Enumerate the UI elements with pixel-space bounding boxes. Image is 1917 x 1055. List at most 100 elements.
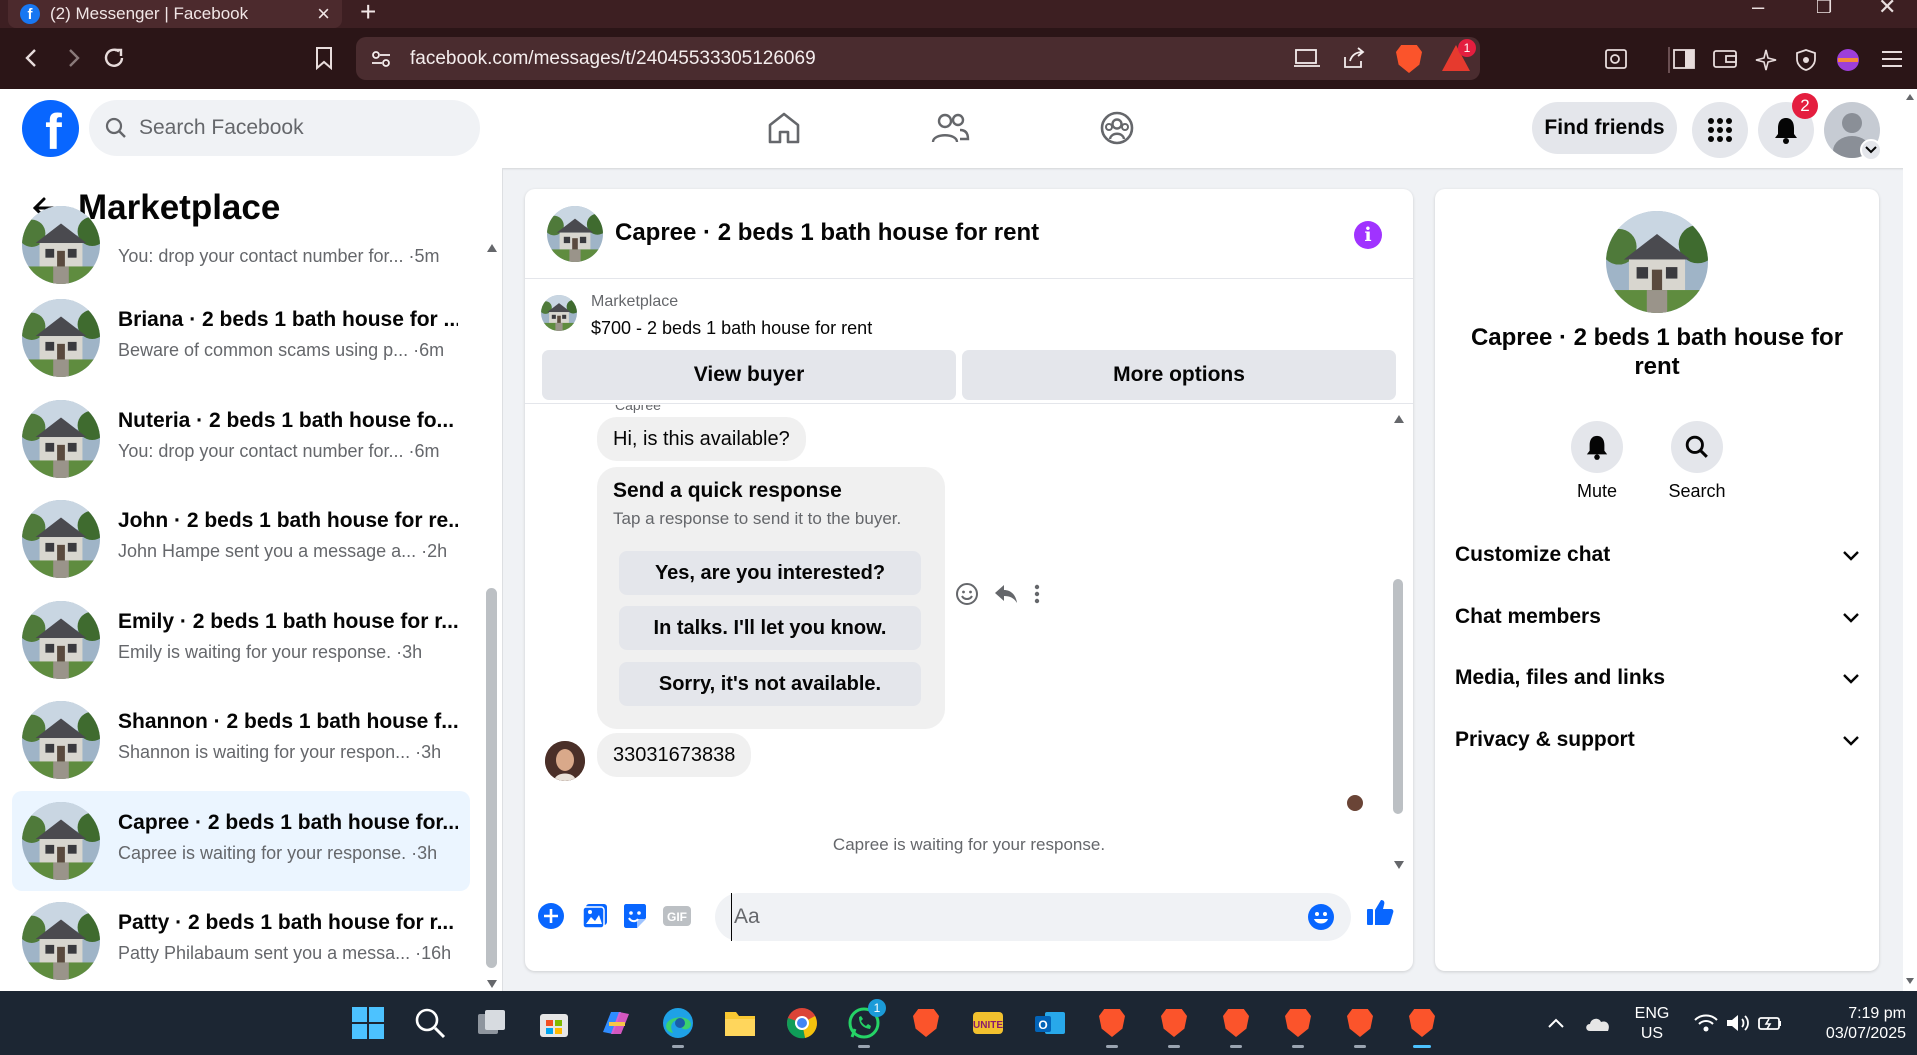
chat-avatar[interactable]	[547, 206, 603, 262]
buyer-avatar[interactable]	[545, 741, 585, 781]
reader-mode-icon[interactable]	[1604, 48, 1628, 75]
mute-bell-icon[interactable]	[1571, 421, 1623, 473]
quick-response-button[interactable]: Yes, are you interested?	[619, 551, 921, 595]
react-icon[interactable]	[955, 582, 979, 611]
menu-grid-button[interactable]	[1692, 102, 1748, 158]
onedrive-icon[interactable]	[1578, 1003, 1618, 1043]
back-button[interactable]	[14, 40, 50, 76]
forward-button[interactable]	[55, 40, 91, 76]
close-window-icon[interactable]: ✕	[1878, 0, 1896, 20]
edge-icon[interactable]	[658, 1003, 698, 1048]
facebook-logo-icon[interactable]: f	[22, 100, 79, 157]
battery-icon[interactable]	[1750, 1003, 1790, 1043]
conversation-item[interactable]: Emily · 2 beds 1 bath house for r... Emi…	[12, 596, 470, 684]
scroll-down-arrow-icon[interactable]	[486, 976, 498, 991]
menu-icon[interactable]	[1880, 48, 1904, 75]
mute-action[interactable]: Mute	[1557, 421, 1637, 502]
brave-profile-icon[interactable]	[1154, 1003, 1194, 1048]
brave-taskbar-icon[interactable]	[906, 1003, 946, 1043]
site-info-icon[interactable]	[370, 48, 392, 75]
listing-price-title[interactable]: $700 - 2 beds 1 bath house for rent	[591, 318, 872, 339]
profile-icon[interactable]	[1836, 48, 1860, 77]
tab-close-icon[interactable]: ×	[317, 1, 330, 27]
chat-profile-image[interactable]	[1606, 211, 1708, 313]
media-files-links-row[interactable]: Media, files and links	[1455, 656, 1859, 700]
thread-scrollbar[interactable]	[1393, 579, 1403, 814]
minimize-icon[interactable]: –	[1752, 0, 1764, 20]
quick-response-button[interactable]: In talks. I'll let you know.	[619, 606, 921, 650]
sticker-icon[interactable]	[620, 901, 650, 931]
groups-nav-button[interactable]	[1061, 99, 1173, 157]
photo-icon[interactable]	[580, 901, 610, 931]
search-icon[interactable]	[1671, 421, 1723, 473]
file-explorer-icon[interactable]	[720, 1003, 760, 1043]
copilot-icon[interactable]	[596, 1003, 636, 1043]
search-input[interactable]	[139, 100, 459, 156]
outlook-icon[interactable]: O	[1030, 1003, 1070, 1043]
gif-icon[interactable]: GIF	[662, 901, 692, 931]
taskbar-search-icon[interactable]	[410, 1003, 450, 1043]
chevron-down-icon[interactable]	[1860, 139, 1882, 161]
reply-icon[interactable]	[993, 583, 1019, 610]
task-view-icon[interactable]	[472, 1003, 512, 1043]
install-app-icon[interactable]	[1294, 47, 1320, 74]
vpn-icon[interactable]	[1794, 48, 1818, 77]
clock[interactable]: 7:19 pm 03/07/2025	[1806, 1004, 1906, 1044]
find-friends-button[interactable]: Find friends	[1532, 102, 1677, 154]
friends-nav-button[interactable]	[894, 99, 1006, 157]
sidebar-scrollbar[interactable]	[486, 588, 497, 968]
reload-button[interactable]	[96, 40, 132, 76]
scroll-down-arrow-icon[interactable]	[1393, 857, 1405, 871]
privacy-support-row[interactable]: Privacy & support	[1455, 718, 1859, 762]
brave-profile-icon[interactable]	[1340, 1003, 1380, 1048]
brave-profile-icon-active[interactable]	[1402, 1003, 1442, 1048]
address-bar[interactable]: facebook.com/messages/t/2404553330512606…	[356, 37, 1480, 80]
conversation-item-active[interactable]: Capree · 2 beds 1 bath house for... Capr…	[12, 791, 470, 891]
tray-overflow-icon[interactable]	[1536, 1003, 1576, 1043]
view-buyer-button[interactable]: View buyer	[542, 350, 956, 400]
conversation-item[interactable]: Patty · 2 beds 1 bath house for r... Pat…	[12, 897, 470, 985]
message-input-box[interactable]	[715, 893, 1351, 941]
bookmark-icon[interactable]	[306, 40, 342, 76]
whatsapp-icon[interactable]: 1	[844, 999, 886, 1048]
microsoft-store-icon[interactable]	[534, 1003, 574, 1043]
search-action[interactable]: Search	[1657, 421, 1737, 502]
sidebar-toggle-icon[interactable]	[1672, 48, 1696, 75]
emoji-icon[interactable]	[1307, 903, 1335, 936]
chrome-icon[interactable]	[782, 1003, 822, 1043]
scroll-up-arrow-icon[interactable]	[1393, 411, 1405, 429]
brave-profile-icon[interactable]	[1216, 1003, 1256, 1048]
windows-start-icon[interactable]	[348, 1003, 388, 1043]
language-indicator[interactable]: ENG US	[1632, 1004, 1672, 1044]
page-scrollbar[interactable]	[1903, 89, 1917, 991]
brave-profile-icon[interactable]	[1092, 1003, 1132, 1048]
brave-shields-icon[interactable]	[1396, 45, 1422, 73]
conversation-item[interactable]: John · 2 beds 1 bath house for re... Joh…	[12, 495, 470, 583]
chat-members-row[interactable]: Chat members	[1455, 595, 1859, 639]
info-icon[interactable]: i	[1354, 221, 1382, 249]
wallet-icon[interactable]	[1712, 48, 1738, 75]
game-app-icon[interactable]: UNITE	[968, 1003, 1008, 1043]
more-vertical-icon[interactable]	[1033, 583, 1041, 610]
conversation-item[interactable]: Nuteria · 2 beds 1 bath house fo... You:…	[12, 395, 470, 483]
brave-profile-icon[interactable]	[1278, 1003, 1318, 1048]
quick-response-button[interactable]: Sorry, it's not available.	[619, 662, 921, 706]
restore-icon[interactable]: ❐	[1816, 0, 1832, 18]
conversation-item[interactable]: Briana · 2 beds 1 bath house for ... Bew…	[12, 294, 470, 382]
search-facebook-box[interactable]	[89, 100, 480, 156]
customize-chat-row[interactable]: Customize chat	[1455, 533, 1859, 577]
scroll-up-arrow-icon[interactable]	[486, 240, 498, 258]
home-nav-button[interactable]	[728, 99, 840, 157]
conversation-item[interactable]: You: drop your contact number for... ·5m	[12, 206, 470, 284]
browser-tab[interactable]: f (2) Messenger | Facebook ×	[8, 0, 342, 28]
new-tab-button[interactable]: +	[360, 0, 376, 28]
leo-ai-icon[interactable]	[1754, 48, 1778, 77]
more-options-button[interactable]: More options	[962, 350, 1396, 400]
thumbs-up-icon[interactable]	[1365, 897, 1395, 927]
plus-circle-icon[interactable]	[536, 901, 566, 931]
conversation-item[interactable]: Shannon · 2 beds 1 bath house f... Shann…	[12, 696, 470, 784]
listing-thumbnail[interactable]	[541, 295, 577, 331]
chat-title[interactable]: Capree · 2 beds 1 bath house for rent	[615, 219, 1039, 247]
message-input[interactable]	[731, 893, 1291, 941]
share-icon[interactable]	[1342, 47, 1366, 74]
